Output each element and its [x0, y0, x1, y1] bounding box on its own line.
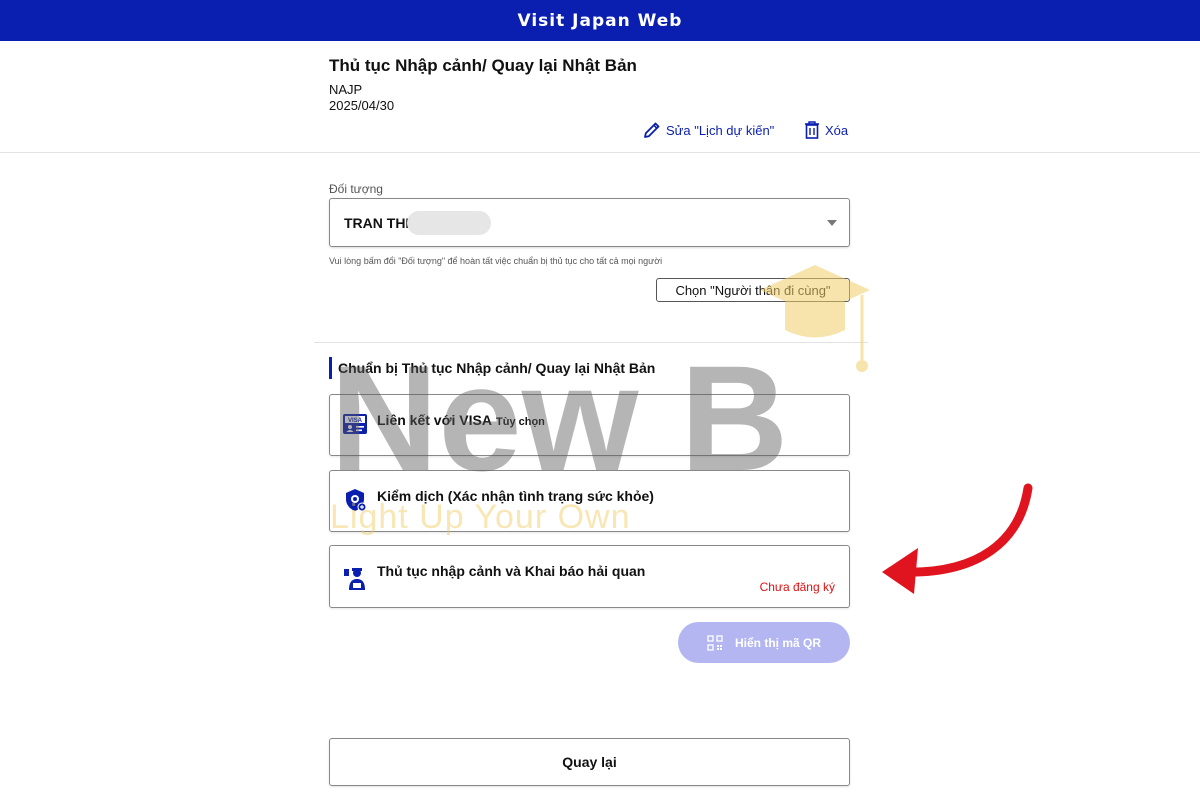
show-qr-label: Hiển thị mã QR: [734, 635, 821, 650]
section-title: Chuẩn bị Thủ tục Nhập cảnh/ Quay lại Nhậ…: [329, 357, 655, 379]
visa-card-label: Liên kết với VISA Tùy chọn: [377, 412, 545, 428]
edit-schedule-label: Sửa "Lịch dự kiến": [666, 122, 775, 138]
app-header: Visit Japan Web: [0, 0, 1200, 41]
svg-text:VISA: VISA: [348, 418, 363, 424]
registration-status: Chưa đăng ký: [759, 580, 835, 594]
pencil-icon: [644, 122, 660, 138]
visa-card-title: Liên kết với VISA: [377, 412, 492, 428]
show-qr-button[interactable]: Hiển thị mã QR: [678, 622, 850, 663]
visa-card-icon: VISA: [343, 414, 367, 434]
choose-companion-button[interactable]: Chọn "Người thân đi cùng": [656, 278, 850, 302]
delete-label: Xóa: [825, 122, 849, 138]
subject-select[interactable]: TRAN THI: [329, 198, 850, 247]
edit-schedule-link[interactable]: Sửa "Lịch dự kiến": [642, 120, 774, 140]
quarantine-card[interactable]: Kiểm dịch (Xác nhận tình trạng sức khỏe): [329, 470, 850, 532]
back-button[interactable]: Quay lại: [329, 738, 850, 786]
divider: [314, 342, 868, 343]
immigration-card[interactable]: Thủ tục nhập cảnh và Khai báo hải quan C…: [329, 545, 850, 608]
trash-icon: [805, 121, 819, 139]
subject-value: TRAN THI: [344, 214, 410, 231]
subject-label: Đối tượng: [329, 182, 383, 196]
immigration-officer-icon: [344, 568, 365, 590]
procedure-code: NAJP: [329, 82, 363, 97]
quarantine-shield-icon: [346, 489, 367, 512]
redacted-name: [407, 210, 492, 235]
annotation-arrow-icon: [882, 483, 1033, 594]
subject-hint: Vui lòng bấm đổi "Đối tượng" để hoàn tất…: [329, 256, 663, 266]
visa-link-card[interactable]: VISA Liên kết với VISA Tùy chọn: [329, 394, 850, 456]
procedure-date: 2025/04/30: [329, 98, 395, 113]
app-title: Visit Japan Web: [517, 10, 683, 31]
procedure-title: Thủ tục Nhập cảnh/ Quay lại Nhật Bản: [329, 56, 637, 75]
immigration-card-label: Thủ tục nhập cảnh và Khai báo hải quan: [377, 563, 646, 579]
delete-link[interactable]: Xóa: [803, 120, 848, 140]
section-title-text: Chuẩn bị Thủ tục Nhập cảnh/ Quay lại Nhậ…: [338, 360, 656, 376]
quarantine-card-label: Kiểm dịch (Xác nhận tình trạng sức khỏe): [377, 488, 654, 504]
optional-badge: Tùy chọn: [496, 416, 545, 428]
chevron-down-icon: [827, 220, 837, 226]
qr-code-icon: [707, 634, 723, 651]
